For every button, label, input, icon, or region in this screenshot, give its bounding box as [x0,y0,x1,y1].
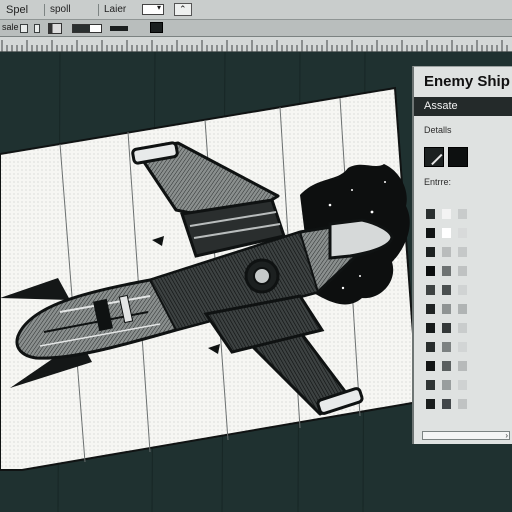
field-label: sale [2,22,19,32]
palette-swatch[interactable] [426,266,435,276]
palette-swatch[interactable] [442,285,451,295]
toolbar-divider [98,4,99,16]
palette-swatch[interactable] [458,304,467,314]
palette-swatch[interactable] [458,399,467,409]
slider-fill [73,25,90,32]
palette-swatch[interactable] [458,323,467,333]
palette-swatch[interactable] [458,380,467,390]
palette-swatch[interactable] [426,399,435,409]
details-label: Detalls [424,125,452,135]
panel-title: Enemy Ship [424,73,510,90]
palette-swatch[interactable] [426,304,435,314]
entries-label: Entrre: [424,177,452,187]
palette-swatch[interactable] [458,228,467,238]
horizontal-scrollbar[interactable]: › [422,431,510,440]
palette-swatch[interactable] [426,209,435,219]
palette-swatch[interactable] [426,342,435,352]
grid-icon[interactable] [150,22,163,33]
palette-swatch[interactable] [442,266,451,276]
palette-swatch[interactable] [426,247,435,257]
palette-swatch[interactable] [426,323,435,333]
chevron-right-icon[interactable]: › [505,431,508,440]
caret-up-icon: ⌃ [179,4,187,14]
palette-swatch[interactable] [442,342,451,352]
palette-swatch[interactable] [426,285,435,295]
palette-swatch[interactable] [442,304,451,314]
palette-swatch[interactable] [458,361,467,371]
palette-swatch[interactable] [458,266,467,276]
ruler-ticks [1,40,508,52]
palette-swatch[interactable] [426,380,435,390]
collapse-button[interactable]: ⌃ [174,3,192,16]
properties-panel: Enemy Ship Assate Detalls Entrre: › [412,66,512,444]
palette-swatch[interactable] [458,285,467,295]
toolbar-divider [44,4,45,16]
option-toggle[interactable] [20,24,28,33]
option-toggle[interactable] [34,24,40,33]
value-slider[interactable] [72,24,102,33]
options-bar: sale [0,20,512,37]
menu-item-spoll[interactable]: spoll [50,3,71,17]
main-toolbar: Spel spoll Laier ▾ ⌃ [0,0,512,20]
chevron-down-icon: ▾ [156,3,161,12]
menu-item-laier[interactable]: Laier [104,3,126,17]
fill-swatch[interactable] [424,147,444,167]
palette-swatch[interactable] [442,247,451,257]
palette-swatch[interactable] [442,361,451,371]
pen-icon [431,153,443,166]
stroke-color-swatch[interactable] [448,147,468,167]
palette-swatch[interactable] [458,247,467,257]
color-picker-icon[interactable] [48,23,62,34]
tab-assets[interactable]: Assate [414,97,512,116]
palette-swatch[interactable] [442,228,451,238]
horizontal-ruler [0,37,512,52]
menu-item-spel[interactable]: Spel [6,3,28,17]
palette-swatch[interactable] [442,323,451,333]
palette-swatch[interactable] [442,399,451,409]
layer-dropdown[interactable]: ▾ [142,3,164,15]
palette-swatch[interactable] [426,361,435,371]
stroke-swatch[interactable] [110,26,128,31]
palette-swatch[interactable] [426,228,435,238]
palette-swatch[interactable] [458,209,467,219]
palette-swatch[interactable] [442,209,451,219]
palette-swatch[interactable] [442,380,451,390]
palette-swatch[interactable] [458,342,467,352]
